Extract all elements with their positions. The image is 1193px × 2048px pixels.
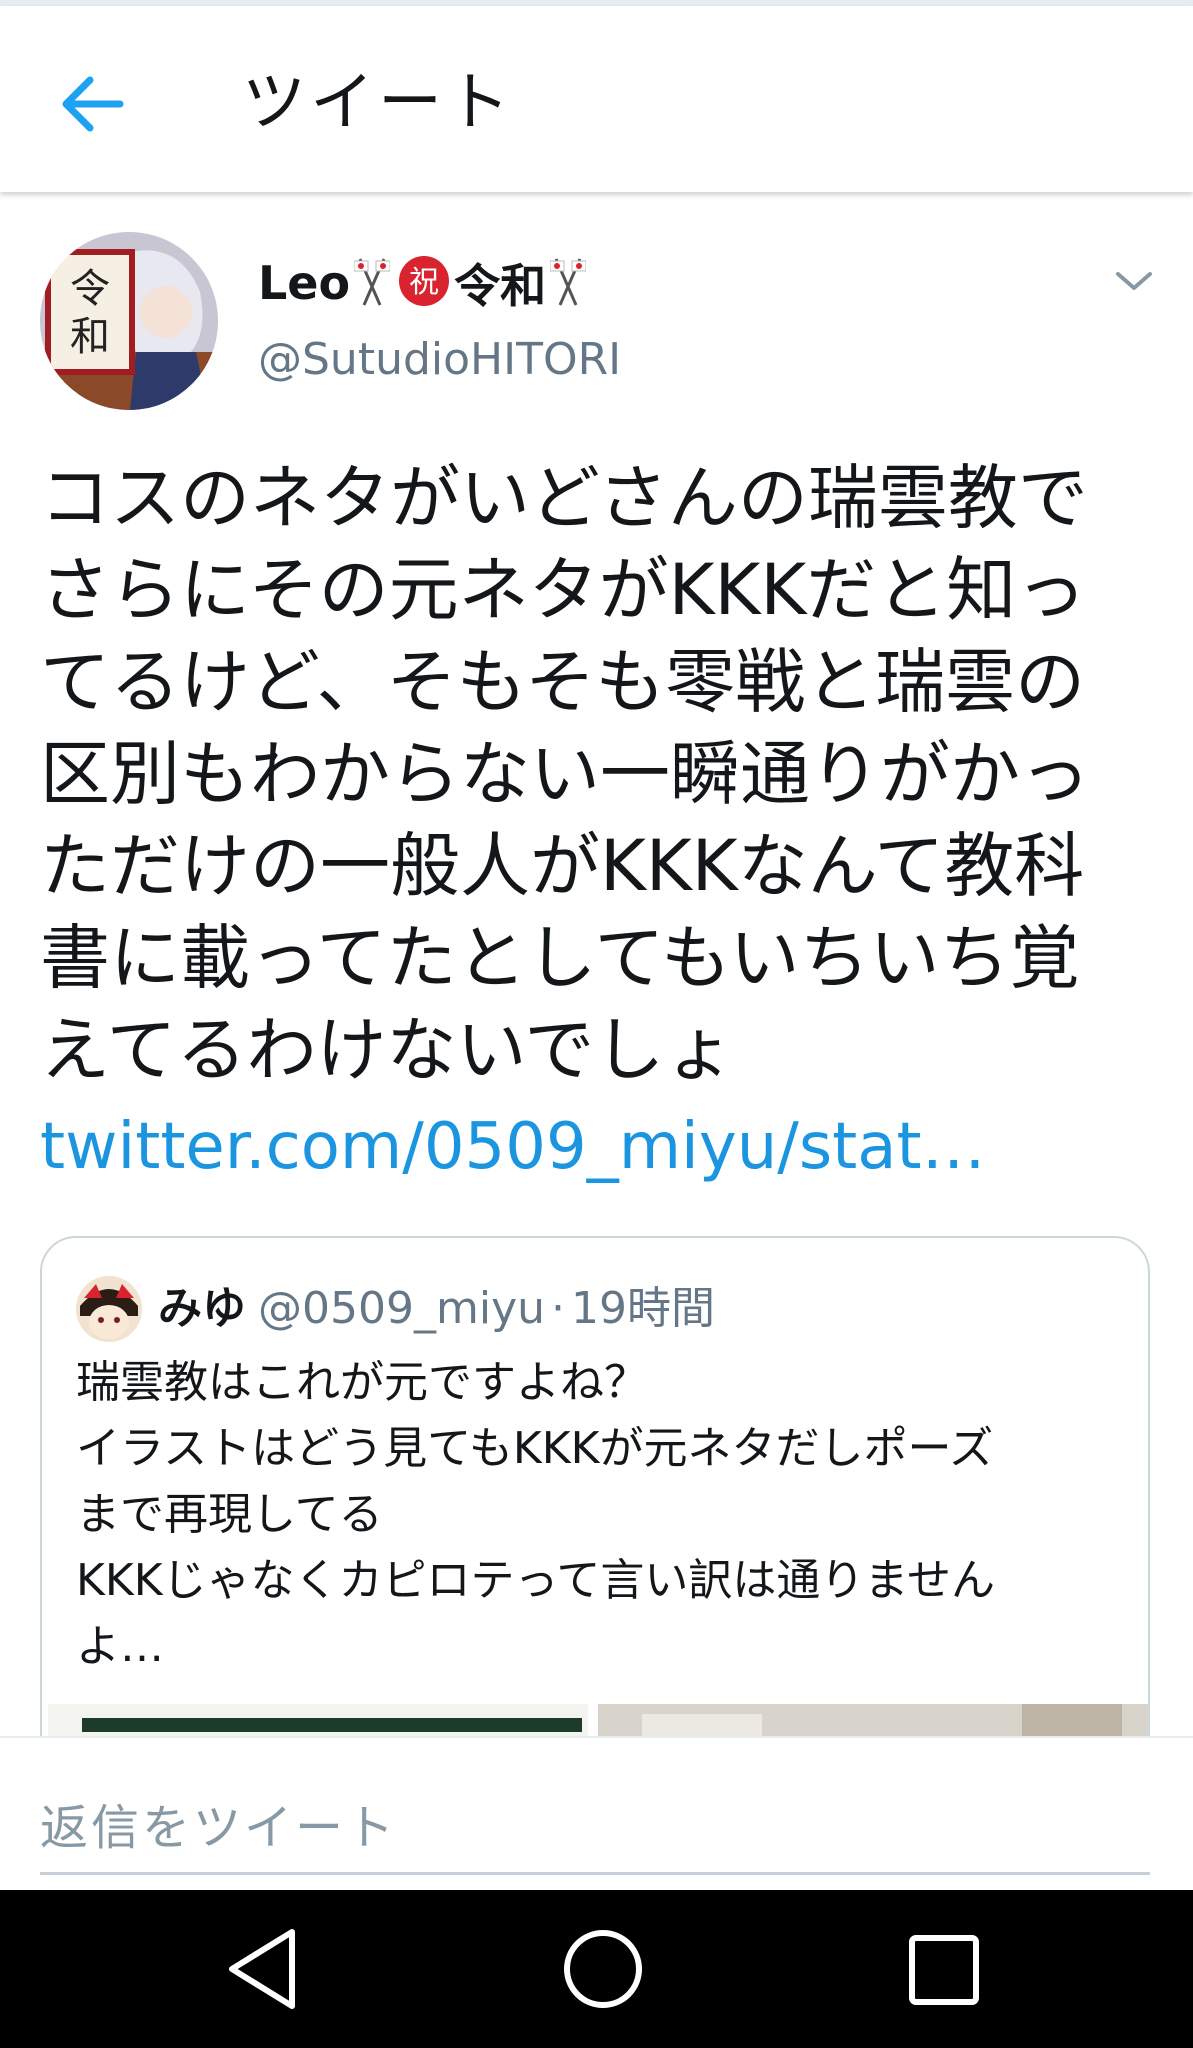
page-title: ツイート xyxy=(242,66,514,140)
author-name-suffix: 令和 xyxy=(454,259,547,313)
circle-home-icon[interactable] xyxy=(560,1926,646,2012)
chevron-down-icon[interactable] xyxy=(1114,266,1154,296)
tweet-link[interactable]: twitter.com/0509_miyu/stat… xyxy=(40,1102,986,1192)
celebration-badge-icon: 祝 xyxy=(398,255,450,311)
avatar-text-1: 令 xyxy=(70,266,110,312)
quoted-separator: · xyxy=(551,1283,565,1334)
reply-bar: 返信をツイート xyxy=(0,1736,1193,1892)
avatar[interactable]: 令 和 xyxy=(40,232,218,410)
triangle-back-icon[interactable] xyxy=(222,1926,302,2012)
tweet-text: コスのネタがいどさんの瑞雲教で さらにその元ネタがKKKだと知っ てるけど、そも… xyxy=(40,457,1090,1091)
app-header: ツイート xyxy=(0,6,1193,192)
quoted-meta: みゆ @0509_miyu · 19時間 xyxy=(158,1274,715,1344)
arrow-left-icon[interactable] xyxy=(58,74,128,134)
reply-underline xyxy=(40,1872,1150,1875)
quoted-handle: @0509_miyu xyxy=(258,1283,545,1334)
avatar-text-2: 和 xyxy=(70,314,110,360)
crossed-flags-icon xyxy=(353,255,391,311)
system-nav-bar xyxy=(0,1890,1193,2048)
author-name: Leo xyxy=(258,256,351,310)
quoted-text: 瑞雲教はこれが元ですよね？ イラストはどう見てもKKKが元ネタだしポーズ まで再… xyxy=(76,1357,996,1672)
crossed-flags-icon xyxy=(549,255,587,311)
quoted-name: みゆ xyxy=(158,1283,246,1334)
avatar-image: 令 和 xyxy=(40,232,218,410)
quoted-avatar xyxy=(76,1276,142,1342)
reply-input[interactable]: 返信をツイート xyxy=(40,1788,397,1858)
square-recents-icon[interactable] xyxy=(904,1930,984,2010)
author-handle[interactable]: @SutudioHITORI xyxy=(258,334,621,385)
quoted-tweet[interactable]: みゆ @0509_miyu · 19時間 瑞雲教はこれが元ですよね？ イラストはどう見… xyxy=(40,1236,1150,1796)
badge-text: 祝 xyxy=(409,265,439,300)
quoted-time: 19時間 xyxy=(571,1283,715,1334)
author-name-row[interactable]: Leo 祝 令和 xyxy=(258,248,590,318)
